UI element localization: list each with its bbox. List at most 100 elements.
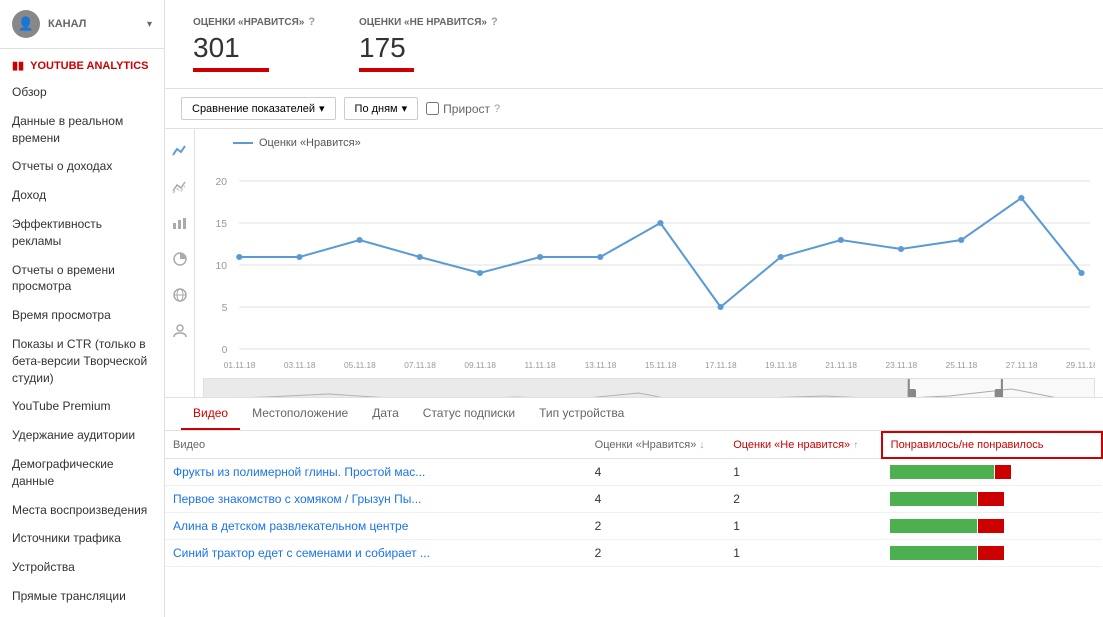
main-chart-svg: 0 5 10 15 20 <box>203 153 1095 373</box>
sidebar-item-translations[interactable]: Переводы <box>0 611 164 617</box>
table-wrapper: Видео Оценки «Нравится» ↓ Оценки «Не нра… <box>165 431 1103 617</box>
sidebar-item-watch-time-reports[interactable]: Отчеты о времени просмотра <box>0 256 164 302</box>
video-cell: Синий трактор едет с семенами и собирает… <box>165 540 587 567</box>
dislikes-cell: 1 <box>725 513 881 540</box>
bar-chart-icon[interactable] <box>168 211 192 235</box>
sidebar-item-revenue-reports[interactable]: Отчеты о доходах <box>0 152 164 181</box>
ratio-bar <box>890 545 1094 561</box>
svg-text:29.11.18: 29.11.18 <box>1066 361 1095 370</box>
pie-chart-icon[interactable] <box>168 247 192 271</box>
info-icon-growth: ? <box>494 103 500 115</box>
likes-value: 301 <box>193 32 319 64</box>
green-bar <box>890 519 977 533</box>
sidebar-item-ad-performance[interactable]: Эффективность рекламы <box>0 210 164 256</box>
tab-video[interactable]: Видео <box>181 398 240 430</box>
chart-area-wrapper: Оценки «Нравится» 0 5 10 15 20 <box>165 129 1103 617</box>
people-icon[interactable] <box>168 319 192 343</box>
sort-icon-dislikes: ↑ <box>853 440 858 451</box>
sidebar-item-realtime[interactable]: Данные в реальном времени <box>0 107 164 153</box>
sidebar-item-watch-time[interactable]: Время просмотра <box>0 301 164 330</box>
table-row: Первое знакомство с хомяком / Грызун Пы.… <box>165 486 1102 513</box>
svg-text:0: 0 <box>222 345 228 356</box>
svg-text:15.11.18: 15.11.18 <box>645 361 677 370</box>
dislikes-bar <box>359 68 414 72</box>
table-header-row: Видео Оценки «Нравится» ↓ Оценки «Не нра… <box>165 432 1102 458</box>
info-icon-likes: ? <box>308 16 315 28</box>
sidebar: 👤 КАНАЛ ▾ ▮▮ YOUTUBE ANALYTICS ОбзорДанн… <box>0 0 165 617</box>
svg-text:05.11.18: 05.11.18 <box>344 361 376 370</box>
sidebar-item-playback-locations[interactable]: Места воспроизведения <box>0 496 164 525</box>
chart-container: Оценки «Нравится» 0 5 10 15 20 <box>165 129 1103 397</box>
dislikes-label: ОЦЕНКИ «НЕ НРАВИТСЯ» ? <box>359 16 498 28</box>
sidebar-header[interactable]: 👤 КАНАЛ ▾ <box>0 0 164 49</box>
sidebar-item-live-streams[interactable]: Прямые трансляции <box>0 582 164 611</box>
table-row: Синий трактор едет с семенами и собирает… <box>165 540 1102 567</box>
svg-text:23.11.18: 23.11.18 <box>885 361 917 370</box>
svg-text:07.11.18: 07.11.18 <box>404 361 436 370</box>
red-bar <box>995 465 1011 479</box>
tab-date[interactable]: Дата <box>360 398 411 430</box>
tab-location[interactable]: Местоположение <box>240 398 360 430</box>
likes-cell: 2 <box>587 513 726 540</box>
growth-checkbox-label[interactable]: Прирост ? <box>426 102 500 116</box>
th-likes[interactable]: Оценки «Нравится» ↓ <box>587 432 726 458</box>
red-bar <box>978 492 1004 506</box>
sidebar-item-traffic-sources[interactable]: Источники трафика <box>0 524 164 553</box>
bottom-section: ВидеоМестоположениеДатаСтатус подпискиТи… <box>165 397 1103 617</box>
dislikes-value: 175 <box>359 32 498 64</box>
sidebar-item-devices[interactable]: Устройства <box>0 553 164 582</box>
chevron-down-icon: ▾ <box>147 19 152 30</box>
ratio-bar <box>890 518 1094 534</box>
dislikes-metric: ОЦЕНКИ «НЕ НРАВИТСЯ» ? 175 <box>347 8 510 80</box>
tab-device[interactable]: Тип устройства <box>527 398 636 430</box>
svg-text:25.11.18: 25.11.18 <box>946 361 978 370</box>
ratio-bar <box>890 464 1094 480</box>
green-bar <box>890 546 977 560</box>
likes-bar <box>193 68 269 72</box>
sidebar-nav: ОбзорДанные в реальном времениОтчеты о д… <box>0 78 164 617</box>
tab-bar: ВидеоМестоположениеДатаСтатус подпискиТи… <box>165 398 1103 431</box>
svg-text:20: 20 <box>215 177 227 188</box>
ratio-cell <box>882 458 1102 486</box>
compare-chart-icon[interactable] <box>168 175 192 199</box>
sidebar-item-youtube-premium[interactable]: YouTube Premium <box>0 392 164 421</box>
sidebar-item-revenue[interactable]: Доход <box>0 181 164 210</box>
table-row: Алина в детском развлекательном центре 2… <box>165 513 1102 540</box>
ratio-bar <box>890 491 1094 507</box>
green-bar <box>890 465 994 479</box>
svg-text:10: 10 <box>215 261 227 272</box>
sort-icon: ↓ <box>699 440 704 451</box>
red-bar <box>978 546 1004 560</box>
growth-checkbox[interactable] <box>426 102 439 115</box>
globe-icon[interactable] <box>168 283 192 307</box>
green-bar <box>890 492 977 506</box>
svg-text:03.11.18: 03.11.18 <box>284 361 316 370</box>
chart-legend: Оценки «Нравится» <box>203 137 1095 149</box>
svg-text:01.11.18: 01.11.18 <box>224 361 256 370</box>
likes-cell: 2 <box>587 540 726 567</box>
period-button[interactable]: По дням ▾ <box>344 97 419 120</box>
sidebar-item-audience-retention[interactable]: Удержание аудитории <box>0 421 164 450</box>
sidebar-item-obzor[interactable]: Обзор <box>0 78 164 107</box>
sidebar-item-demographics[interactable]: Демографические данные <box>0 450 164 496</box>
likes-metric: ОЦЕНКИ «НРАВИТСЯ» ? 301 <box>181 8 331 80</box>
legend-line-icon <box>233 142 253 144</box>
chart-main: Оценки «Нравится» 0 5 10 15 20 <box>195 129 1103 397</box>
channel-label: КАНАЛ <box>48 18 147 30</box>
dislikes-cell: 2 <box>725 486 881 513</box>
svg-text:19.11.18: 19.11.18 <box>765 361 797 370</box>
tab-subscription[interactable]: Статус подписки <box>411 398 527 430</box>
analytics-section-title: ▮▮ YOUTUBE ANALYTICS <box>0 49 164 78</box>
timeline-navigator[interactable]: авг. 2018 г. нояб. 2018 г. окт. 2018 г. … <box>203 378 1095 397</box>
line-chart-icon[interactable] <box>168 139 192 163</box>
chevron-down-icon: ▾ <box>319 102 325 115</box>
sidebar-item-impressions-ctr[interactable]: Показы и CTR (только в бета-версии Творч… <box>0 330 164 392</box>
analytics-icon: ▮▮ <box>12 59 24 72</box>
info-icon-dislikes: ? <box>491 16 498 28</box>
svg-text:27.11.18: 27.11.18 <box>1006 361 1038 370</box>
th-dislikes[interactable]: Оценки «Не нравится» ↑ <box>725 432 881 458</box>
video-cell: Алина в детском развлекательном центре <box>165 513 587 540</box>
table-body: Фрукты из полимерной глины. Простой мас.… <box>165 458 1102 567</box>
svg-text:11.11.18: 11.11.18 <box>525 361 557 370</box>
compare-button[interactable]: Сравнение показателей ▾ <box>181 97 336 120</box>
